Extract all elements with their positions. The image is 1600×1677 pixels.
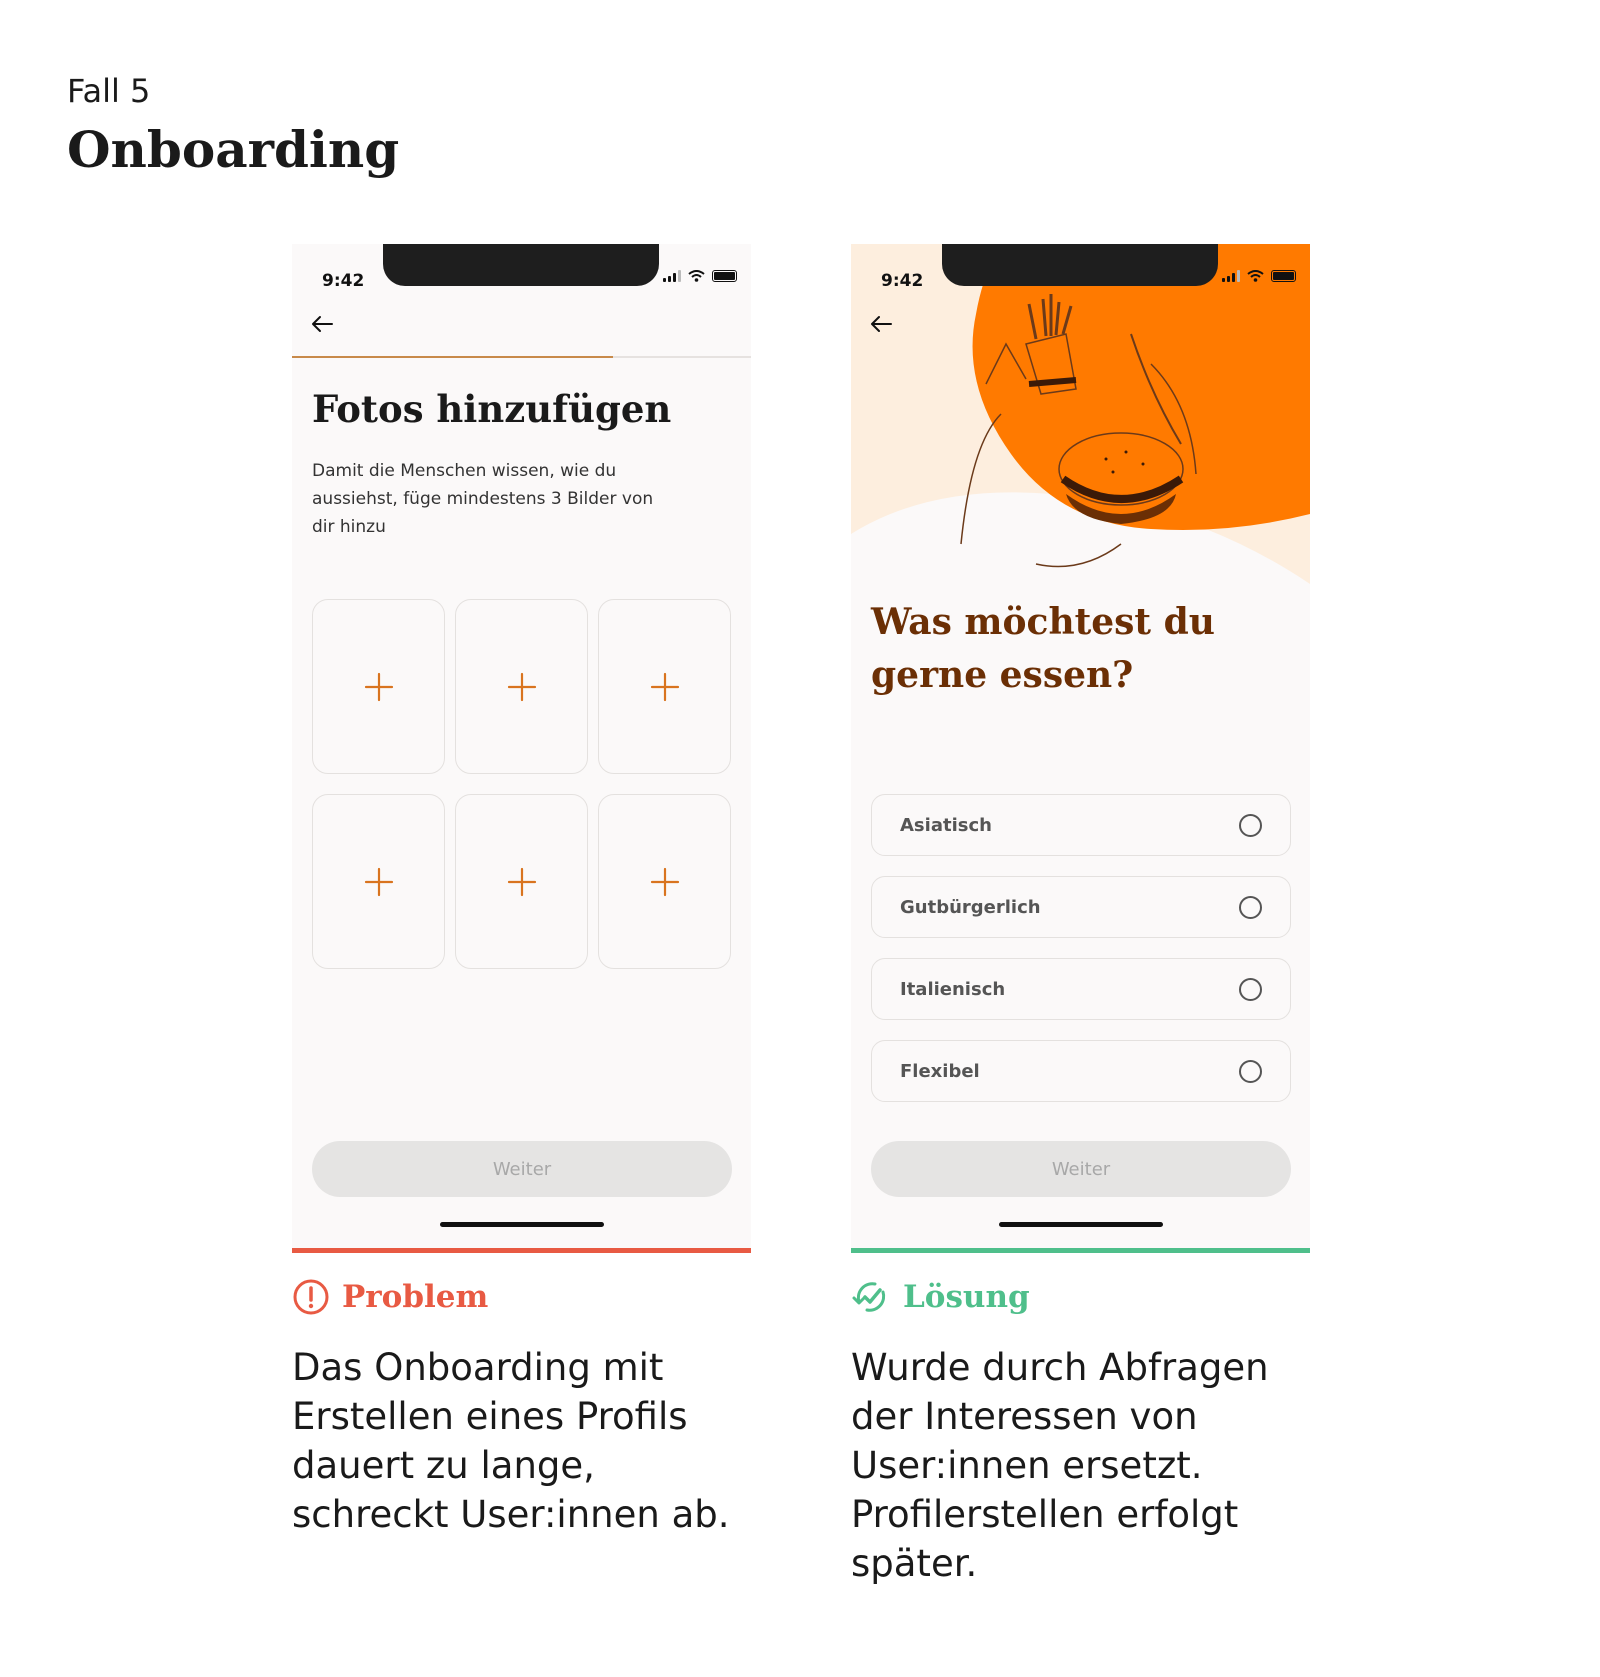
cuisine-option[interactable]: Gutbürgerlich xyxy=(871,876,1291,938)
phone-screen-solution: 9:42 Was möchtest du gerne essen? Asiati… xyxy=(851,244,1310,1253)
plus-icon xyxy=(650,867,679,896)
solution-divider xyxy=(851,1248,1310,1253)
phone-notch xyxy=(383,244,659,286)
solution-heading: Lösung xyxy=(851,1278,1030,1316)
problem-text: Das Onboarding mit Erstellen eines Profi… xyxy=(292,1346,730,1536)
alert-circle-icon xyxy=(293,1279,329,1315)
back-arrow-icon[interactable] xyxy=(310,314,334,334)
solution-text: Wurde durch Abfragen der Interessen von … xyxy=(851,1346,1269,1585)
cuisine-option[interactable]: Asiatisch xyxy=(871,794,1291,856)
add-photo-slot[interactable] xyxy=(312,599,445,774)
back-arrow-icon[interactable] xyxy=(869,314,893,334)
radio-button[interactable] xyxy=(1239,1059,1262,1083)
cuisine-option[interactable]: Italienisch xyxy=(871,958,1291,1020)
burger-fries-illustration xyxy=(851,244,1310,584)
weiter-button[interactable]: Weiter xyxy=(312,1141,732,1197)
status-time: 9:42 xyxy=(322,271,365,291)
plus-icon xyxy=(650,672,679,701)
radio-button[interactable] xyxy=(1239,895,1262,919)
home-indicator xyxy=(999,1222,1163,1227)
add-photo-slot[interactable] xyxy=(598,794,731,969)
wifi-icon xyxy=(1247,270,1264,282)
add-photo-slot[interactable] xyxy=(455,794,588,969)
case-title: Onboarding xyxy=(67,120,400,179)
phone-screen-problem: 9:42 Fotos hinzufügen Damit die Menschen… xyxy=(292,244,751,1253)
cuisine-option-label: Asiatisch xyxy=(900,814,992,836)
signal-icon xyxy=(663,270,681,282)
signal-icon xyxy=(1222,270,1240,282)
question-title: Was möchtest du gerne essen? xyxy=(871,601,1215,696)
battery-icon xyxy=(1271,270,1296,282)
cuisine-option[interactable]: Flexibel xyxy=(871,1040,1291,1102)
onboarding-progress-bar xyxy=(292,356,751,358)
plus-icon xyxy=(364,672,393,701)
plus-icon xyxy=(507,672,536,701)
status-time: 9:42 xyxy=(881,271,924,291)
problem-divider xyxy=(292,1248,751,1253)
phone-notch xyxy=(942,244,1218,286)
status-icons xyxy=(663,270,737,282)
photo-grid xyxy=(312,599,731,969)
problem-heading: Problem xyxy=(292,1278,488,1316)
battery-icon xyxy=(712,270,737,282)
add-photo-slot[interactable] xyxy=(312,794,445,969)
cuisine-option-label: Gutbürgerlich xyxy=(900,896,1041,918)
home-indicator xyxy=(440,1222,604,1227)
plus-icon xyxy=(507,867,536,896)
wifi-icon xyxy=(688,270,705,282)
weiter-button[interactable]: Weiter xyxy=(871,1141,1291,1197)
case-label: Fall 5 xyxy=(67,72,151,110)
solution-heading-label: Lösung xyxy=(903,1279,1030,1315)
food-illustration xyxy=(851,244,1310,584)
radio-button[interactable] xyxy=(1239,977,1262,1001)
plus-icon xyxy=(364,867,393,896)
cuisine-option-label: Italienisch xyxy=(900,978,1006,1000)
cuisine-options: Asiatisch Gutbürgerlich Italienisch Flexibe… xyxy=(871,794,1291,1122)
progress-fill xyxy=(292,356,614,358)
check-cycle-icon xyxy=(852,1282,886,1312)
cuisine-option-label: Flexibel xyxy=(900,1060,980,1082)
status-icons xyxy=(1222,270,1296,282)
add-photo-slot[interactable] xyxy=(455,599,588,774)
screen-title: Fotos hinzufügen xyxy=(312,387,672,431)
radio-button[interactable] xyxy=(1239,813,1262,837)
add-photo-slot[interactable] xyxy=(598,599,731,774)
screen-description: Damit die Menschen wissen, wie du aussie… xyxy=(312,461,654,537)
problem-heading-label: Problem xyxy=(342,1279,489,1315)
